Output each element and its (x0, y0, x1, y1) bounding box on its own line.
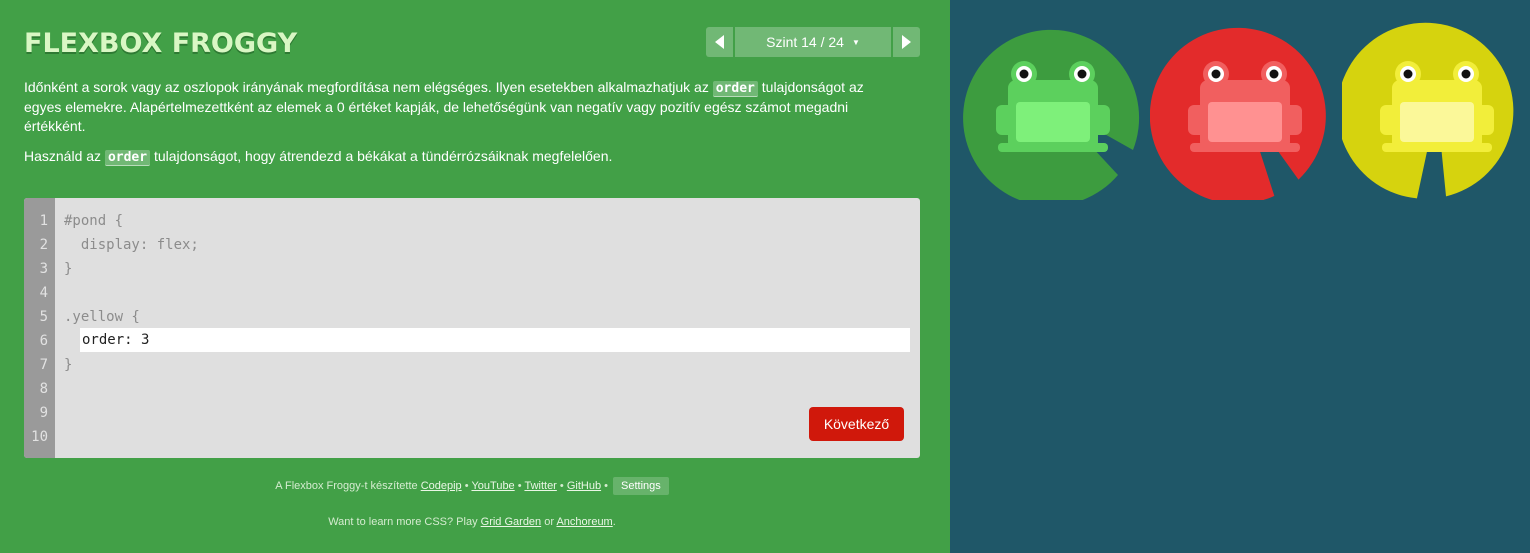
line-number: 5 (39, 309, 48, 325)
frog-part (1208, 102, 1282, 142)
frog-part (998, 143, 1108, 152)
separator: • (514, 480, 525, 492)
instructions-text: Használd az (24, 148, 105, 164)
code-keyword: order (104, 150, 151, 166)
arrow-left-icon (715, 35, 724, 49)
lilypad-red (1150, 27, 1326, 200)
separator: • (556, 480, 567, 492)
frog-part (1211, 69, 1221, 79)
level-label: Szint 14 / 24 (766, 34, 844, 50)
frog-part (1403, 69, 1413, 79)
twitter-link[interactable]: Twitter (524, 480, 556, 492)
frog-part (1269, 69, 1279, 79)
next-level-arrow-button[interactable] (893, 27, 920, 57)
line-number: 7 (39, 357, 48, 373)
line-number: 8 (39, 381, 48, 397)
frog-part (1461, 69, 1471, 79)
arrow-right-icon (902, 35, 911, 49)
lilypad-yellow (1342, 22, 1514, 199)
line-number: 9 (39, 405, 48, 421)
footer-text: . (612, 516, 616, 528)
youtube-link[interactable]: YouTube (471, 480, 514, 492)
frog-part (1190, 143, 1300, 152)
code-before: #pond { display: flex; } .yellow { (64, 213, 199, 325)
credits-text: A Flexbox Froggy-t készítette (275, 480, 421, 492)
settings-button[interactable]: Settings (613, 477, 669, 495)
separator: • (461, 480, 472, 492)
instructions: Időnként a sorok vagy az oszlopok irányá… (24, 78, 894, 178)
github-link[interactable]: GitHub (567, 480, 601, 492)
next-button[interactable]: Következő (809, 407, 904, 441)
line-number: 2 (39, 237, 48, 253)
code-after: } (64, 357, 73, 373)
line-number: 1 (39, 213, 48, 229)
instructions-text: tulajdonságot, hogy átrendezd a békákat … (150, 148, 613, 164)
css-code-input[interactable] (80, 328, 910, 352)
caret-down-icon: ▼ (851, 37, 860, 47)
frog-part (1016, 102, 1090, 142)
instructions-paragraph: Időnként a sorok vagy az oszlopok irányá… (24, 78, 894, 136)
frog-part (1400, 102, 1474, 142)
line-number: 4 (39, 285, 48, 301)
logo: FLEXBOX FROGGY (24, 28, 298, 59)
lilypad-green (963, 29, 1140, 200)
anchoreum-link[interactable]: Anchoreum (556, 516, 612, 528)
separator: • (601, 480, 612, 492)
frog-part (1019, 69, 1029, 79)
footer-text: or (541, 516, 557, 528)
instructions-paragraph: Használd az order tulajdonságot, hogy át… (24, 147, 894, 167)
level-selector[interactable]: Szint 14 / 24 ▼ (735, 27, 891, 57)
codepip-link[interactable]: Codepip (421, 480, 462, 492)
sidebar: FLEXBOX FROGGY Szint 14 / 24 ▼ Időnként … (0, 0, 950, 553)
instructions-text: Időnként a sorok vagy az oszlopok irányá… (24, 79, 713, 95)
footer-text: Want to learn more CSS? Play (328, 516, 481, 528)
pond (950, 0, 1530, 553)
footer: Want to learn more CSS? Play Grid Garden… (0, 516, 944, 528)
frog-part (1077, 69, 1087, 79)
line-number: 10 (31, 429, 48, 445)
line-number: 6 (39, 333, 48, 349)
credits: A Flexbox Froggy-t készítette Codepip • … (0, 477, 944, 495)
level-navigation: Szint 14 / 24 ▼ (706, 27, 920, 57)
line-number: 3 (39, 261, 48, 277)
previous-level-button[interactable] (706, 27, 733, 57)
code-editor: 1 2 3 4 5 6 7 8 9 10 #pond { display: flex; } .ye… (24, 198, 920, 458)
code-keyword: order (712, 81, 758, 97)
grid-garden-link[interactable]: Grid Garden (481, 516, 542, 528)
line-numbers: 1 2 3 4 5 6 7 8 9 10 (24, 198, 55, 458)
frog-part (1382, 143, 1492, 152)
